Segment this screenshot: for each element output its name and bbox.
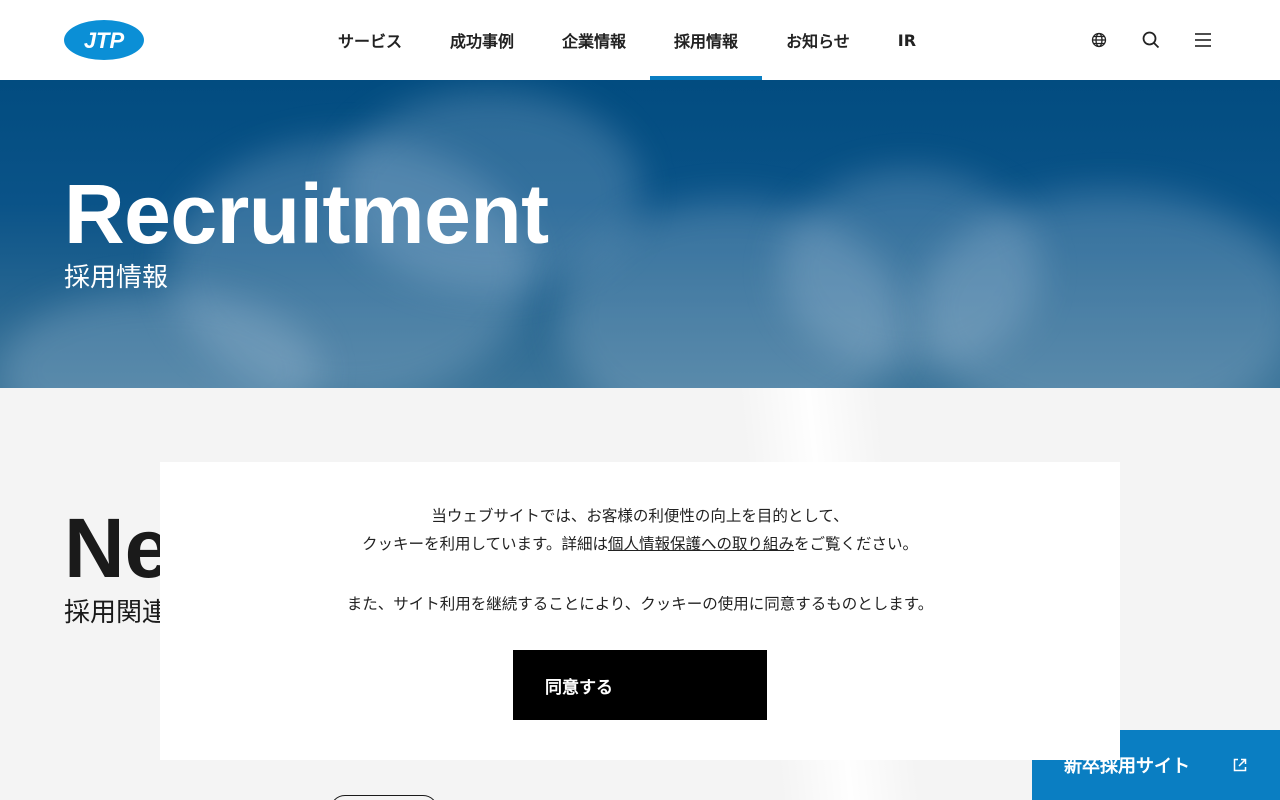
cookie-line-1: 当ウェブサイトでは、お客様の利便性の向上を目的として、 <box>431 507 849 525</box>
section-subtitle: 採用関連 <box>64 598 169 628</box>
site-header: JTP サービス 成功事例 企業情報 採用情報 お知らせ IR <box>0 0 1280 80</box>
cookie-line-2-before: クッキーを利用しています。詳細は <box>361 535 608 553</box>
privacy-policy-link[interactable]: 個人情報保護への取り組み <box>608 535 794 553</box>
jtp-logo[interactable]: JTP <box>64 20 144 60</box>
agree-button[interactable]: 同意する <box>513 650 767 720</box>
nav-item-recruitment[interactable]: 採用情報 <box>650 0 763 80</box>
nav-item-case-studies[interactable]: 成功事例 <box>426 0 538 80</box>
cookie-consent-dialog: 当ウェブサイトでは、お客様の利便性の向上を目的として、 クッキーを利用しています… <box>160 462 1120 760</box>
nav-item-services[interactable]: サービス <box>314 0 426 80</box>
header-icons <box>1086 0 1216 80</box>
external-link-icon <box>1233 758 1247 772</box>
logo-text: JTP <box>84 28 125 53</box>
globe-icon[interactable] <box>1086 27 1112 53</box>
menu-icon[interactable] <box>1190 27 1216 53</box>
nav-item-news[interactable]: お知らせ <box>762 0 874 80</box>
main-nav: サービス 成功事例 企業情報 採用情報 お知らせ IR <box>314 0 940 80</box>
hero-subtitle: 採用情報 <box>64 263 169 293</box>
cookie-line-2-after: をご覧ください。 <box>794 535 919 553</box>
hero-title: Recruitment <box>64 167 549 261</box>
nav-item-company[interactable]: 企業情報 <box>538 0 650 80</box>
section-title: Ne <box>64 501 172 595</box>
hero-banner: Recruitment 採用情報 <box>0 80 1280 388</box>
nav-item-ir[interactable]: IR <box>874 0 940 80</box>
search-icon[interactable] <box>1138 27 1164 53</box>
cookie-line-3: また、サイト利用を継続することにより、クッキーの使用に同意するものとします。 <box>346 595 934 613</box>
pill-button[interactable] <box>330 795 438 800</box>
cookie-line-2: クッキーを利用しています。詳細は個人情報保護への取り組みをご覧ください。 <box>160 530 1120 558</box>
